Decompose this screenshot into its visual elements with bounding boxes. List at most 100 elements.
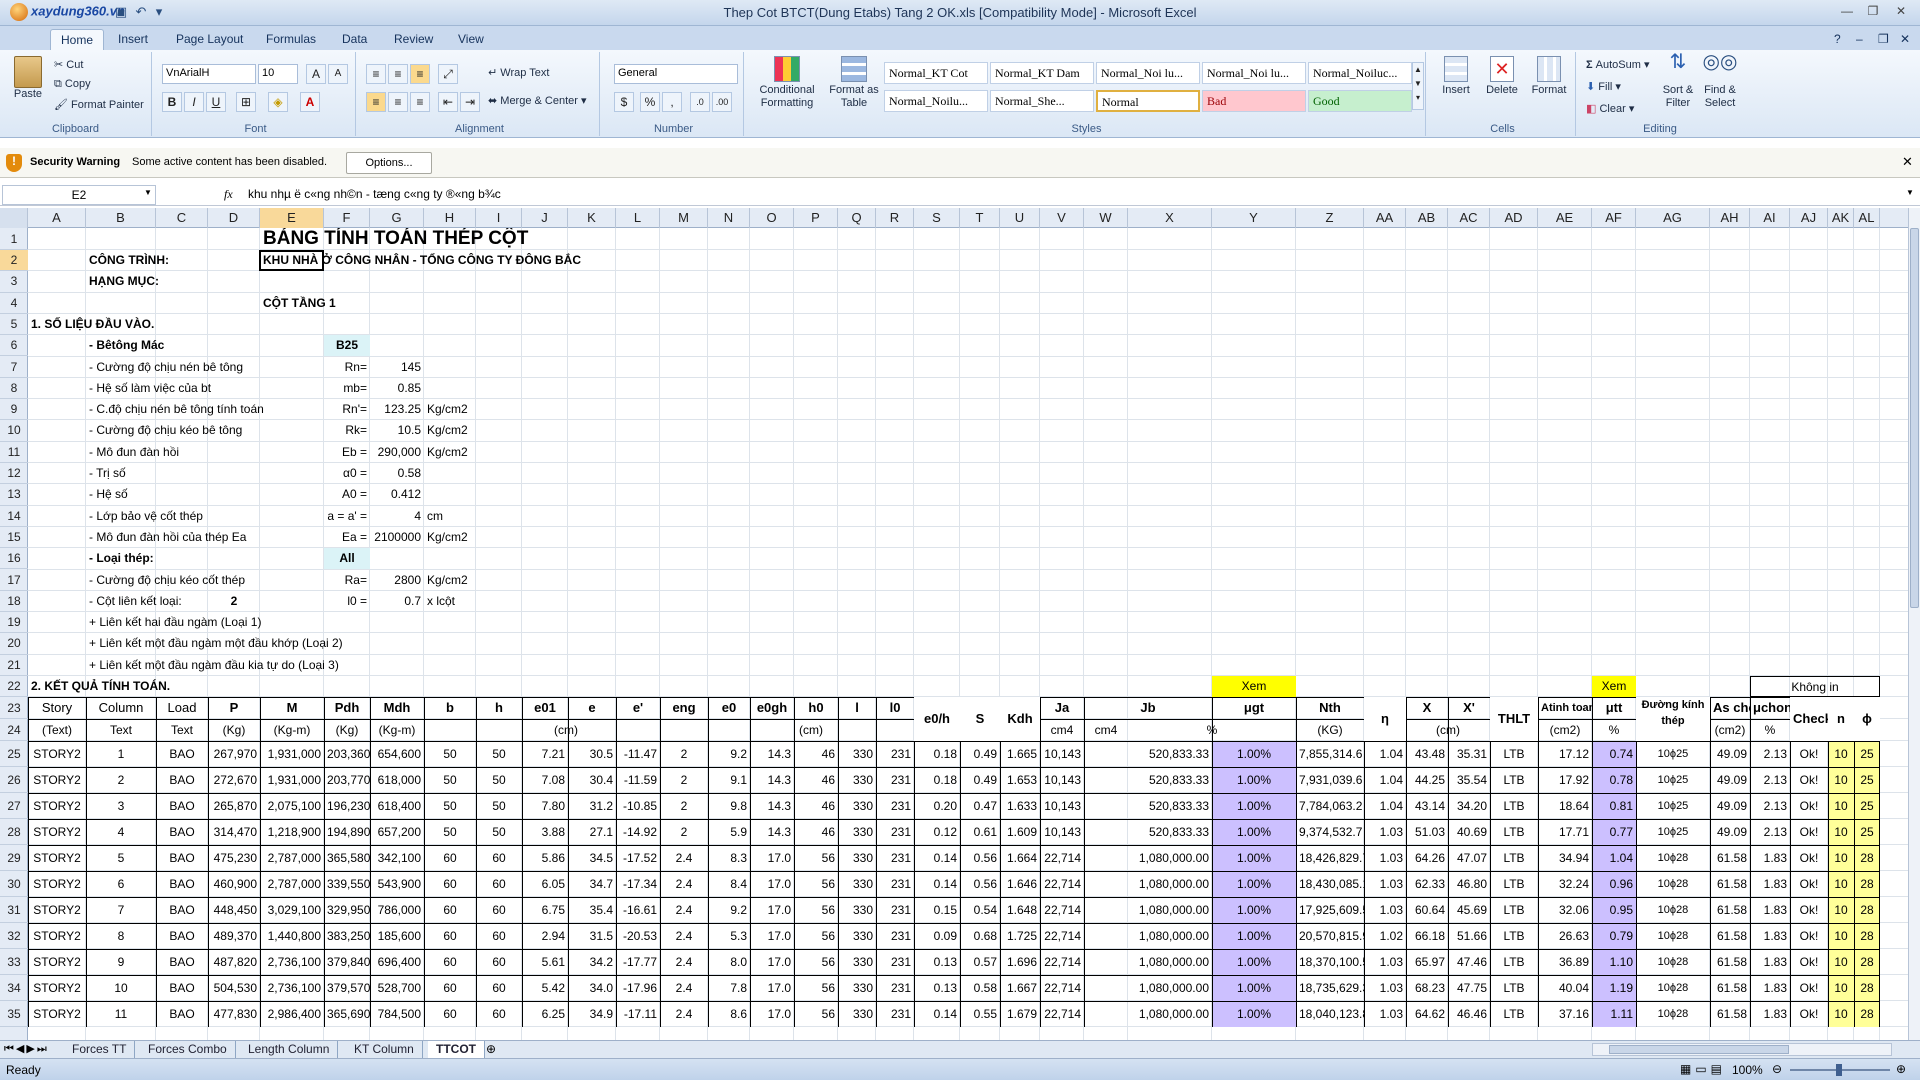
borders-icon[interactable]: ⊞ <box>236 92 256 112</box>
data-cell[interactable]: 10 <box>1828 949 1854 976</box>
data-cell[interactable]: 11 <box>86 1001 156 1027</box>
data-cell[interactable]: 2.13 <box>1750 741 1790 767</box>
data-cell[interactable]: 10ϕ28 <box>1636 871 1710 897</box>
data-cell[interactable]: 0.56 <box>960 871 1000 897</box>
table-header[interactable]: X' <box>1448 697 1490 719</box>
row-header[interactable]: 31 <box>0 897 28 924</box>
expand-formula-icon[interactable]: ▼ <box>1906 188 1914 197</box>
input-unit[interactable]: Kg/cm2 <box>424 399 504 420</box>
column-header[interactable]: V <box>1040 208 1084 228</box>
data-cell[interactable]: Ok! <box>1790 819 1828 845</box>
data-cell[interactable]: 784,500 <box>370 1001 424 1027</box>
data-cell[interactable]: 0.78 <box>1592 767 1636 794</box>
row-header[interactable]: 24 <box>0 719 28 742</box>
data-cell[interactable]: 37.16 <box>1538 1001 1592 1027</box>
increase-decimal-icon[interactable]: .0 <box>690 92 710 112</box>
data-cell[interactable]: 339,550 <box>324 871 370 897</box>
data-cell[interactable]: 196,230 <box>324 793 370 819</box>
data-cell[interactable]: 34.20 <box>1448 793 1490 819</box>
data-cell[interactable]: 3,029,100 <box>260 897 324 923</box>
data-cell[interactable]: 1.664 <box>1000 845 1040 871</box>
data-cell[interactable]: 2 <box>660 741 708 767</box>
column-header[interactable]: AK <box>1828 208 1854 228</box>
data-cell[interactable]: 3.88 <box>522 819 568 845</box>
data-cell[interactable]: 1.00% <box>1212 923 1296 950</box>
data-cell[interactable]: BAO <box>156 793 208 819</box>
row-header[interactable]: 11 <box>0 442 28 463</box>
help-icon[interactable]: ? <box>1830 29 1845 50</box>
data-cell[interactable]: 7 <box>86 897 156 923</box>
data-cell[interactable]: 265,870 <box>208 793 260 819</box>
data-cell[interactable]: 1,080,000.00 <box>1084 923 1212 949</box>
data-cell[interactable]: BAO <box>156 767 208 793</box>
data-cell[interactable]: 35.4 <box>568 897 616 923</box>
ribbon-restore-icon[interactable]: ❐ <box>1874 29 1893 50</box>
data-cell[interactable]: 28 <box>1854 949 1880 976</box>
data-cell[interactable]: 31.2 <box>568 793 616 819</box>
table-header[interactable]: Load <box>156 697 208 719</box>
data-cell[interactable]: 365,690 <box>324 1001 370 1027</box>
data-cell[interactable]: Ok! <box>1790 975 1828 1001</box>
hang-muc-label[interactable]: HẠNG MỤC: <box>86 271 236 292</box>
ribbon-close-icon[interactable]: ✕ <box>1896 29 1914 50</box>
data-cell[interactable]: 1.633 <box>1000 793 1040 819</box>
data-cell[interactable]: 10ϕ25 <box>1636 819 1710 845</box>
zoom-slider[interactable] <box>1790 1064 1890 1076</box>
data-cell[interactable]: 10,143 <box>1040 793 1084 819</box>
row-header[interactable]: 29 <box>0 845 28 872</box>
input-label[interactable]: - C.độ chịu nén bê tông tính toán <box>86 399 286 420</box>
data-cell[interactable]: 32.24 <box>1538 871 1592 897</box>
data-cell[interactable]: 31.5 <box>568 923 616 949</box>
data-cell[interactable]: 47.46 <box>1448 949 1490 975</box>
data-cell[interactable]: 17.0 <box>750 949 794 975</box>
data-cell[interactable]: 50 <box>424 819 476 845</box>
tab-data[interactable]: Data <box>332 29 377 50</box>
row-header[interactable]: 15 <box>0 527 28 549</box>
sheet-tab-forces-tt[interactable]: Forces TT <box>64 1041 136 1059</box>
table-header[interactable]: Ja <box>1040 697 1084 719</box>
align-bottom-icon[interactable]: ≡ <box>410 64 430 84</box>
data-cell[interactable]: 487,820 <box>208 949 260 975</box>
data-cell[interactable]: 0.14 <box>914 871 960 897</box>
table-header[interactable]: P <box>208 697 260 719</box>
data-cell[interactable]: STORY2 <box>28 845 86 871</box>
data-cell[interactable]: 5.3 <box>708 923 750 949</box>
data-cell[interactable]: 1.11 <box>1592 1001 1636 1028</box>
data-cell[interactable]: 47.07 <box>1448 845 1490 871</box>
data-cell[interactable]: 2.13 <box>1750 793 1790 819</box>
data-cell[interactable]: Ok! <box>1790 949 1828 975</box>
data-cell[interactable]: 0.49 <box>960 741 1000 767</box>
table-header[interactable]: e0 <box>708 697 750 719</box>
data-cell[interactable]: 2.94 <box>522 923 568 949</box>
data-cell[interactable]: 477,830 <box>208 1001 260 1027</box>
data-cell[interactable]: 26.63 <box>1538 923 1592 949</box>
data-cell[interactable]: 36.89 <box>1538 949 1592 975</box>
data-cell[interactable]: -16.61 <box>616 897 660 923</box>
data-cell[interactable]: 17.0 <box>750 1001 794 1027</box>
data-cell[interactable]: 64.62 <box>1406 1001 1448 1027</box>
data-cell[interactable]: STORY2 <box>28 741 86 767</box>
input-value[interactable]: 4 <box>370 506 424 527</box>
data-cell[interactable]: 10 <box>1828 767 1854 794</box>
data-cell[interactable]: 231 <box>876 975 914 1001</box>
data-cell[interactable]: 10 <box>1828 975 1854 1002</box>
row-header[interactable]: 1 <box>0 228 28 250</box>
row-header[interactable]: 9 <box>0 399 28 421</box>
data-cell[interactable]: 10ϕ25 <box>1636 767 1710 793</box>
data-cell[interactable]: 1.83 <box>1750 975 1790 1001</box>
data-cell[interactable]: 49.09 <box>1710 819 1750 845</box>
data-cell[interactable]: Ok! <box>1790 923 1828 949</box>
style-bad[interactable]: Bad <box>1202 90 1306 112</box>
data-cell[interactable]: LTB <box>1490 923 1538 949</box>
row-header[interactable]: 28 <box>0 819 28 846</box>
select-all-corner[interactable] <box>0 208 28 228</box>
data-cell[interactable]: 1.00% <box>1212 741 1296 768</box>
data-cell[interactable]: 50 <box>476 819 522 845</box>
data-cell[interactable]: 365,580 <box>324 845 370 871</box>
data-cell[interactable]: 0.57 <box>960 949 1000 975</box>
data-cell[interactable]: 45.69 <box>1448 897 1490 923</box>
table-subheader[interactable]: cm4 <box>1084 719 1128 741</box>
data-cell[interactable]: LTB <box>1490 871 1538 897</box>
merge-center-button[interactable]: ⬌ Merge & Center ▾ <box>488 94 587 107</box>
input-label[interactable]: - Bêtông Mác <box>86 335 286 356</box>
